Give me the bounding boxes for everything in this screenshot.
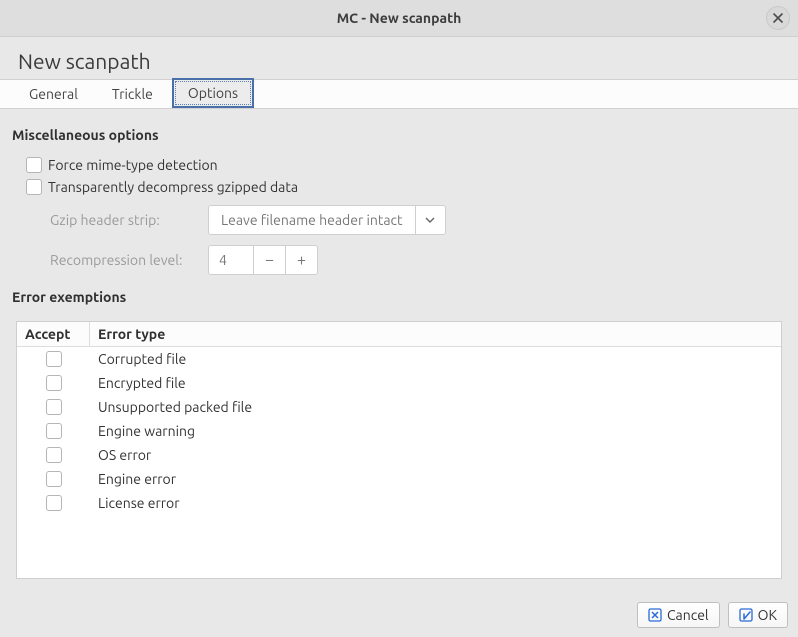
ok-button-label: OK [758, 607, 777, 623]
dialog-window: MC - New scanpath New scanpath General T… [0, 0, 798, 637]
tab-panel-options: Miscellaneous options Force mime-type de… [0, 109, 798, 597]
error-type-cell: Corrupted file [90, 351, 781, 367]
error-type-cell: Engine error [90, 471, 781, 487]
accept-checkbox[interactable] [46, 471, 62, 487]
error-type-cell: Engine warning [90, 423, 781, 439]
chevron-down-icon [425, 215, 435, 225]
accept-checkbox[interactable] [46, 495, 62, 511]
close-icon [773, 13, 783, 23]
table-row[interactable]: Engine error [17, 467, 781, 491]
page-title: New scanpath [0, 37, 798, 79]
tab-general[interactable]: General [14, 80, 93, 108]
accept-cell [17, 351, 90, 367]
recompression-label: Recompression level: [50, 252, 200, 268]
error-exemptions-group: Accept Error type Corrupted file Encrypte… [12, 317, 786, 583]
ok-icon [739, 608, 753, 622]
accept-checkbox[interactable] [46, 447, 62, 463]
table-header: Accept Error type [17, 322, 781, 347]
accept-cell [17, 375, 90, 391]
cancel-button-label: Cancel [667, 607, 709, 623]
dialog-footer: Cancel OK [0, 597, 798, 637]
tab-options[interactable]: Options [172, 78, 254, 108]
transp-gzip-checkbox[interactable] [26, 179, 42, 195]
accept-cell [17, 471, 90, 487]
force-mime-row: Force mime-type detection [26, 157, 786, 173]
accept-checkbox[interactable] [46, 351, 62, 367]
tab-bar: General Trickle Options [0, 79, 798, 109]
gzip-strip-dropdown-button[interactable] [415, 206, 445, 234]
table-row[interactable]: OS error [17, 443, 781, 467]
error-type-cell: Encrypted file [90, 375, 781, 391]
section-title-error-exemptions: Error exemptions [12, 289, 786, 305]
table-row[interactable]: Engine warning [17, 419, 781, 443]
window-title: MC - New scanpath [337, 10, 462, 26]
tab-trickle[interactable]: Trickle [97, 80, 168, 108]
accept-cell [17, 447, 90, 463]
gzip-strip-value: Leave filename header intact [209, 206, 415, 234]
recompression-decrement[interactable]: − [253, 246, 285, 274]
gzip-strip-dropdown[interactable]: Leave filename header intact [208, 205, 446, 235]
accept-cell [17, 495, 90, 511]
table-row[interactable]: Encrypted file [17, 371, 781, 395]
window-close-button[interactable] [766, 6, 790, 30]
accept-cell [17, 399, 90, 415]
recompression-increment[interactable]: + [285, 246, 317, 274]
cancel-icon [648, 608, 662, 622]
gzip-strip-row: Gzip header strip: Leave filename header… [50, 205, 786, 235]
transp-gzip-label: Transparently decompress gzipped data [48, 179, 298, 195]
accept-checkbox[interactable] [46, 423, 62, 439]
table-row[interactable]: Corrupted file [17, 347, 781, 371]
cancel-button[interactable]: Cancel [637, 602, 720, 628]
force-mime-checkbox[interactable] [26, 157, 42, 173]
section-title-misc: Miscellaneous options [12, 127, 786, 143]
accept-checkbox[interactable] [46, 399, 62, 415]
accept-cell [17, 423, 90, 439]
gzip-strip-label: Gzip header strip: [50, 212, 200, 228]
title-bar: MC - New scanpath [0, 0, 798, 37]
col-header-accept[interactable]: Accept [17, 322, 90, 346]
ok-button[interactable]: OK [728, 602, 788, 628]
col-header-error-type[interactable]: Error type [90, 322, 781, 346]
error-type-cell: OS error [90, 447, 781, 463]
accept-checkbox[interactable] [46, 375, 62, 391]
table-body: Corrupted file Encrypted file Unsupported … [17, 347, 781, 578]
error-type-cell: License error [90, 495, 781, 511]
table-row[interactable]: License error [17, 491, 781, 515]
transp-gzip-row: Transparently decompress gzipped data [26, 179, 786, 195]
misc-options-group: Force mime-type detection Transparently … [26, 151, 786, 281]
error-type-cell: Unsupported packed file [90, 399, 781, 415]
force-mime-label: Force mime-type detection [48, 157, 218, 173]
recompression-row: Recompression level: 4 − + [50, 245, 786, 275]
error-exemptions-table: Accept Error type Corrupted file Encrypte… [16, 321, 782, 579]
recompression-spinner[interactable]: 4 − + [208, 245, 318, 275]
table-row[interactable]: Unsupported packed file [17, 395, 781, 419]
recompression-value[interactable]: 4 [209, 246, 253, 274]
